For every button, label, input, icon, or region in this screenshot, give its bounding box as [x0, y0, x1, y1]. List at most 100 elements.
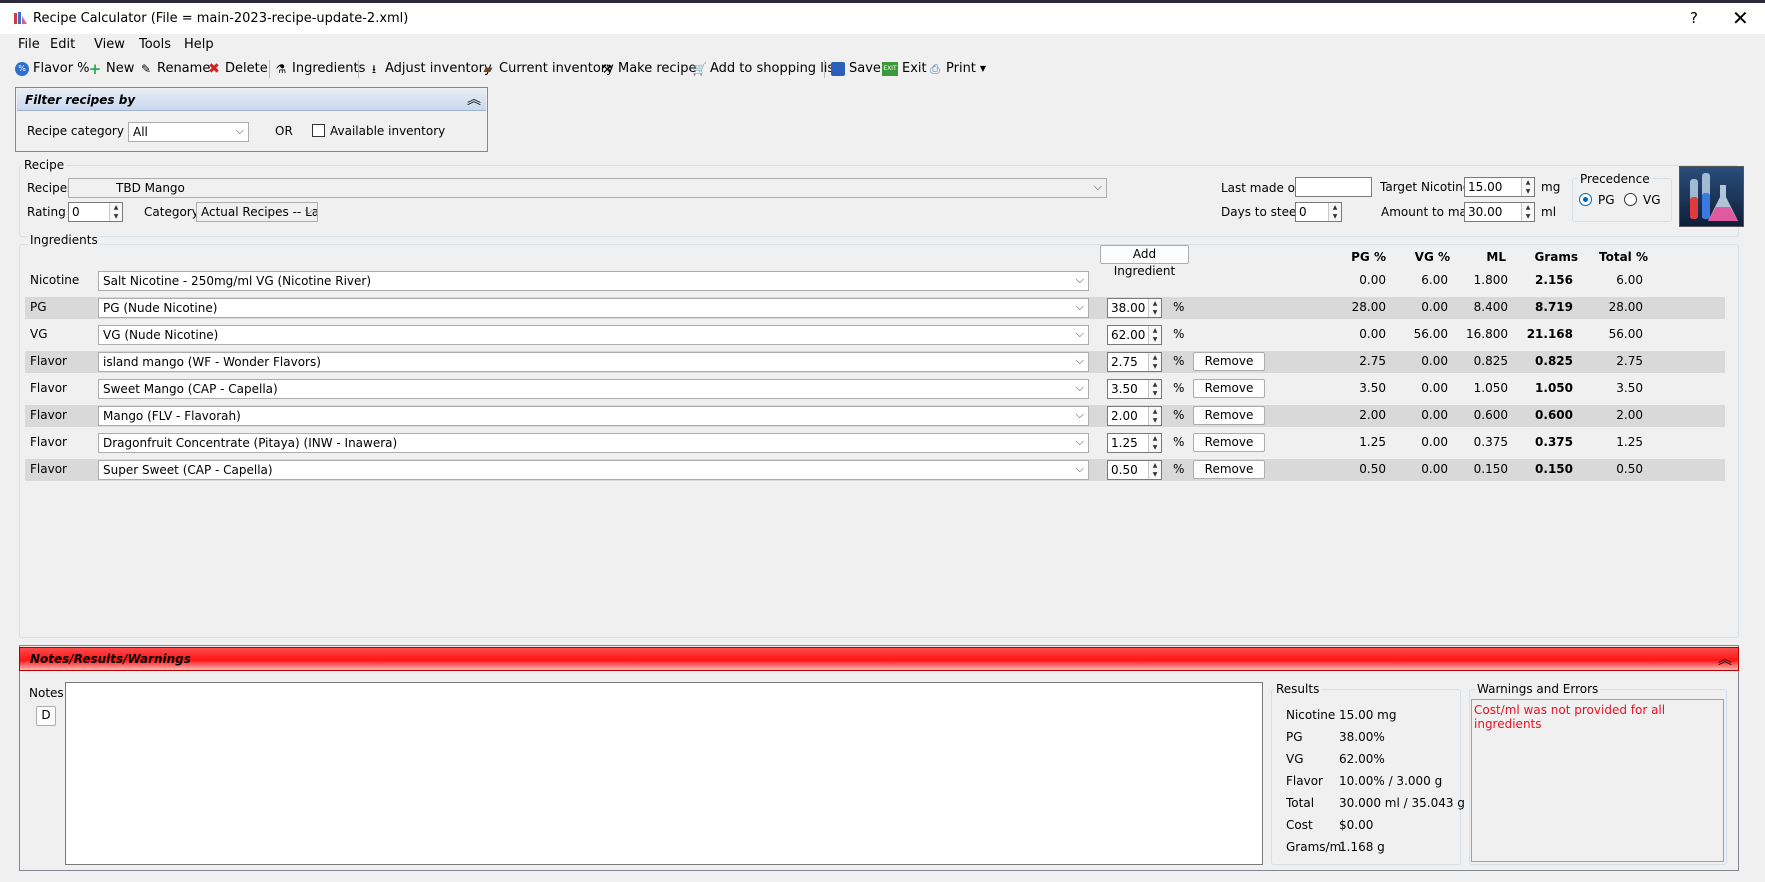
ml-value: 8.400	[1473, 300, 1508, 314]
total-percent-value: 56.00	[1608, 327, 1643, 341]
spinner-arrows-icon[interactable]: ▲ ▼	[1148, 434, 1161, 452]
available-inventory-checkbox[interactable]	[312, 124, 325, 137]
or-label: OR	[275, 124, 293, 138]
flavor-percent-button[interactable]: % Flavor %	[15, 61, 90, 76]
ingredient-percent-spinner[interactable]: 0.50 ▲ ▼	[1107, 460, 1162, 480]
ingredient-row: Flavor Super Sweet (CAP - Capella) ⌵ 0.50 ▲ ▼…	[25, 459, 1725, 481]
tools-icon: ⚒	[601, 61, 613, 76]
exit-icon: EXIT	[882, 61, 898, 76]
ingredient-percent-spinner[interactable]: 2.75 ▲ ▼	[1107, 352, 1162, 372]
date-stamp-button[interactable]: D	[36, 706, 56, 726]
ingredient-percent-spinner[interactable]: 2.00 ▲ ▼	[1107, 406, 1162, 426]
grams-value: 8.719	[1535, 300, 1573, 314]
vg-percent-value: 0.00	[1421, 435, 1448, 449]
total-percent-value: 3.50	[1616, 381, 1643, 395]
lab-flask-image	[1679, 166, 1744, 227]
adjust-inventory-button[interactable]: ⭳ Adjust inventory	[367, 61, 492, 76]
ingredient-type-label: Flavor	[30, 435, 67, 449]
vg-percent-header: VG %	[1414, 250, 1450, 264]
percent-sign: %	[1173, 300, 1185, 314]
ingredient-percent-spinner[interactable]: 62.00 ▲ ▼	[1107, 325, 1162, 345]
add-ingredient-button[interactable]: Add Ingredient	[1100, 245, 1189, 278]
add-to-shopping-list-button[interactable]: 🛒 Add to shopping list	[692, 61, 839, 76]
spinner-arrows-icon[interactable]: ▲ ▼	[1521, 203, 1534, 221]
recipe-select[interactable]: TBD Mango ⌵	[68, 178, 1107, 198]
notes-header: Notes/Results/Warnings ︽	[19, 647, 1739, 671]
delete-button[interactable]: ✖ Delete	[207, 61, 268, 76]
ingredient-select[interactable]: PG (Nude Nicotine) ⌵	[98, 298, 1089, 318]
menu-edit[interactable]: Edit	[50, 37, 75, 52]
ingredient-select[interactable]: Dragonfruit Concentrate (Pitaya) (INW - …	[98, 433, 1089, 453]
ingredient-select[interactable]: Salt Nicotine - 250mg/ml VG (Nicotine Ri…	[98, 271, 1089, 291]
total-percent-value: 2.75	[1616, 354, 1643, 368]
pg-percent-value: 2.75	[1359, 354, 1386, 368]
spinner-arrows-icon[interactable]: ▲ ▼	[1148, 299, 1161, 317]
spinner-arrows-icon[interactable]: ▲ ▼	[1328, 203, 1341, 221]
remove-button[interactable]: Remove	[1193, 406, 1265, 425]
exit-button[interactable]: EXIT Exit	[882, 61, 927, 76]
grams-value: 0.600	[1535, 408, 1573, 422]
remove-button[interactable]: Remove	[1193, 433, 1265, 452]
help-button[interactable]: ?	[1690, 9, 1698, 27]
spinner-arrows-icon[interactable]: ▲ ▼	[1148, 461, 1161, 479]
spinner-arrows-icon[interactable]: ▲ ▼	[1148, 380, 1161, 398]
recipes-label: Recipes	[27, 181, 74, 195]
days-to-steep-label: Days to steep	[1221, 205, 1304, 219]
chevron-down-icon: ⌵	[1075, 435, 1084, 448]
rating-spinner[interactable]: 0 ▲ ▼	[68, 202, 123, 222]
spinner-arrows-icon[interactable]: ▲ ▼	[1148, 353, 1161, 371]
current-inventory-button[interactable]: ▰ Current inventory	[481, 61, 613, 76]
percent-sign: %	[1173, 462, 1185, 476]
target-nicotine-unit: mg	[1541, 180, 1561, 194]
ingredient-type-label: Flavor	[30, 462, 67, 476]
collapse-icon[interactable]: ︽	[467, 89, 481, 109]
save-button[interactable]: Save	[831, 61, 881, 76]
remove-button[interactable]: Remove	[1193, 352, 1265, 371]
inventory-icon: ▰	[483, 61, 493, 76]
menu-bar: File Edit View Tools Help	[0, 34, 1765, 56]
menu-tools[interactable]: Tools	[139, 37, 171, 52]
ingredient-type-label: Flavor	[30, 408, 67, 422]
category-select[interactable]: Actual Recipes -- Lat ⌵	[196, 202, 318, 222]
ingredient-percent-spinner[interactable]: 38.00 ▲ ▼	[1107, 298, 1162, 318]
days-to-steep-spinner[interactable]: 0 ▲ ▼	[1295, 202, 1342, 222]
ingredient-percent-spinner[interactable]: 3.50 ▲ ▼	[1107, 379, 1162, 399]
menu-file[interactable]: File	[18, 37, 40, 52]
spinner-arrows-icon[interactable]: ▲ ▼	[109, 203, 122, 221]
notes-textarea[interactable]	[65, 682, 1263, 865]
vg-percent-value: 0.00	[1421, 300, 1448, 314]
menu-view[interactable]: View	[94, 37, 125, 52]
remove-button[interactable]: Remove	[1193, 460, 1265, 479]
ingredient-percent-spinner[interactable]: 1.25 ▲ ▼	[1107, 433, 1162, 453]
result-label: VG	[1286, 752, 1304, 766]
new-button[interactable]: + New	[88, 61, 135, 76]
close-button[interactable]: ✕	[1732, 6, 1749, 30]
vg-radio[interactable]	[1624, 193, 1637, 206]
spinner-arrows-icon[interactable]: ▲ ▼	[1148, 407, 1161, 425]
result-value: $0.00	[1339, 818, 1374, 832]
menu-help[interactable]: Help	[184, 37, 214, 52]
recipe-category-select[interactable]: All ⌵	[128, 122, 249, 142]
print-button[interactable]: ⎙ Print ▼	[928, 61, 986, 76]
result-value: 10.00% / 3.000 g	[1339, 774, 1443, 788]
make-recipe-button[interactable]: ⚒ Make recipe	[600, 61, 697, 76]
target-nicotine-spinner[interactable]: 15.00 ▲ ▼	[1464, 177, 1535, 197]
ingredient-select[interactable]: VG (Nude Nicotine) ⌵	[98, 325, 1089, 345]
rename-button[interactable]: ✎ Rename	[139, 61, 210, 76]
ingredient-select[interactable]: Super Sweet (CAP - Capella) ⌵	[98, 460, 1089, 480]
amount-to-make-spinner[interactable]: 30.00 ▲ ▼	[1464, 202, 1535, 222]
spinner-arrows-icon[interactable]: ▲ ▼	[1148, 326, 1161, 344]
last-made-field[interactable]	[1295, 177, 1372, 197]
ingredient-select[interactable]: Mango (FLV - Flavorah) ⌵	[98, 406, 1089, 426]
collapse-icon[interactable]: ︽	[1718, 649, 1732, 669]
grams-value: 1.050	[1535, 381, 1573, 395]
grams-value: 0.375	[1535, 435, 1573, 449]
ingredients-button[interactable]: ⚗ Ingredients	[274, 61, 366, 76]
spinner-arrows-icon[interactable]: ▲ ▼	[1521, 178, 1534, 196]
remove-button[interactable]: Remove	[1193, 379, 1265, 398]
ml-value: 16.800	[1466, 327, 1508, 341]
filter-panel: Filter recipes by ︽ Recipe category All ⌵…	[15, 87, 488, 152]
ingredient-select[interactable]: Sweet Mango (CAP - Capella) ⌵	[98, 379, 1089, 399]
pg-radio[interactable]	[1579, 193, 1592, 206]
ingredient-select[interactable]: island mango (WF - Wonder Flavors) ⌵	[98, 352, 1089, 372]
